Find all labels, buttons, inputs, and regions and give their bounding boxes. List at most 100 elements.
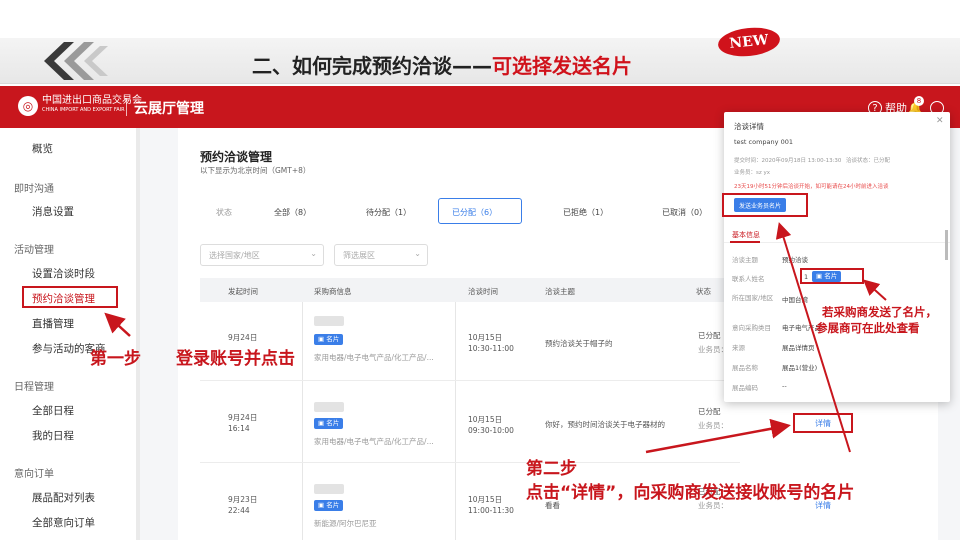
- region-select[interactable]: 筛选展区 ⌄: [334, 244, 428, 266]
- logo-name: 中国进出口商品交易会: [42, 95, 142, 106]
- field-value-source: 展品详情页: [782, 344, 815, 352]
- sidebar-group-instant: 即时沟通: [14, 184, 54, 195]
- row3-meet-time: 11:00-11:30: [468, 506, 514, 515]
- popup-meta-status: 洽谈状态：已分配: [846, 158, 891, 164]
- row2-meet-date: 10月15日: [468, 415, 503, 424]
- row3-meet-date: 10月15日: [468, 495, 503, 504]
- id-card-icon: ▣: [318, 335, 327, 343]
- popup-warning: 23天19小时51分钟后洽谈开始，如可能请在24小时前进入洽谈: [734, 184, 889, 190]
- row2-created-date: 9月24日: [228, 413, 258, 422]
- row1-topic: 预约洽谈关于帽子的: [545, 339, 613, 348]
- logo-en: CHINA IMPORT AND EXPORT FAIR: [42, 107, 125, 113]
- chevron-down-icon: ⌄: [310, 249, 317, 258]
- column-header-topic: 洽谈主题: [545, 287, 575, 296]
- row1-card-tag[interactable]: ▣ 名片: [314, 334, 344, 345]
- field-label-topic: 洽谈主题: [732, 256, 758, 264]
- status-tab-assigned[interactable]: 已分配（6）: [452, 207, 497, 218]
- status-tab-rejected[interactable]: 已拒绝（1）: [563, 207, 608, 218]
- field-label-source: 来源: [732, 344, 745, 352]
- sidebar-item-set-time[interactable]: 设置洽谈时段: [32, 266, 95, 281]
- row1-status: 已分配: [698, 331, 721, 340]
- column-divider: [455, 302, 456, 540]
- row1-meet-date: 10月15日: [468, 333, 503, 342]
- slide-title: 二、如何完成预约洽谈——可选择发送名片: [252, 50, 632, 79]
- sidebar-group-activity: 活动管理: [14, 245, 54, 256]
- row2-card-tag[interactable]: ▣ 名片: [314, 418, 344, 429]
- highlight-box-appointments: [22, 286, 118, 308]
- chevron-down-icon: ⌄: [414, 249, 421, 258]
- row2-topic: 你好，预约时间洽谈关于电子器材的: [545, 420, 665, 429]
- page-subtitle: 以下显示为北京时间（GMT+8）: [200, 166, 311, 175]
- sidebar-item-live[interactable]: 直播管理: [32, 316, 74, 331]
- sidebar-group-schedule: 日程管理: [14, 382, 54, 393]
- field-value-code: --: [782, 382, 787, 390]
- app-title: 云展厅管理: [134, 101, 204, 117]
- popup-title: 洽谈详情: [734, 122, 764, 131]
- sidebar-item-match-list[interactable]: 展品配对列表: [32, 490, 95, 505]
- sidebar-item-message-settings[interactable]: 消息设置: [32, 204, 74, 219]
- country-select-placeholder: 选择国家/地区: [209, 251, 260, 260]
- column-header-status: 状态: [696, 287, 711, 296]
- sidebar-item-all-schedule[interactable]: 全部日程: [32, 403, 74, 418]
- tab-active-indicator: [730, 241, 760, 243]
- row2-created-time: 16:14: [228, 424, 250, 433]
- highlight-box-detail: [793, 413, 853, 433]
- row2-card-tag-label: 名片: [326, 419, 340, 427]
- field-value-country: 中国台湾: [782, 296, 808, 304]
- status-tab-all[interactable]: 全部（8）: [274, 207, 311, 218]
- slide-title-highlight: 可选择发送名片: [492, 54, 632, 78]
- annotation-step2-text: 点击“详情”，向采购商发送接收账号的名片: [526, 483, 855, 503]
- slide-title-prefix: 二、如何完成预约洽谈——: [252, 54, 492, 78]
- row-divider: [200, 462, 740, 463]
- row2-meet-time: 09:30-10:00: [468, 426, 514, 435]
- field-value-exhibit: 展品1(营业): [782, 364, 818, 372]
- annotation-step2-label: 第二步: [526, 459, 577, 479]
- id-card-icon: ▣: [318, 419, 327, 427]
- buyer-name-blurred: [314, 484, 344, 494]
- notification-count-badge: 8: [914, 96, 924, 106]
- field-label-contact: 联系人姓名: [732, 275, 765, 283]
- popup-scrollbar[interactable]: [945, 230, 948, 260]
- column-divider: [302, 302, 303, 540]
- sidebar-item-overview[interactable]: 概览: [32, 141, 53, 156]
- buyer-name-blurred: [314, 316, 344, 326]
- column-header-created: 发起时间: [228, 287, 258, 296]
- close-icon[interactable]: ✕: [936, 116, 944, 126]
- row3-buyer-products: 新能源/阿尔巴尼亚: [314, 519, 377, 528]
- field-label-code: 展品编码: [732, 384, 758, 392]
- popup-staff: 业务员：sz yx: [734, 170, 771, 176]
- annotation-step1-label: 第一步: [90, 349, 141, 369]
- status-filter-label: 状态: [216, 208, 232, 217]
- status-tab-cancelled[interactable]: 已取消（0）: [662, 207, 707, 218]
- id-card-icon: ▣: [318, 501, 327, 509]
- field-label-country: 所在国家/地区: [732, 294, 774, 302]
- row3-card-tag[interactable]: ▣ 名片: [314, 500, 344, 511]
- popup-company: test company 001: [734, 138, 793, 146]
- annotation-note-line1: 若采购商发送了名片，: [822, 305, 937, 319]
- row1-meet-time: 10:30-11:00: [468, 344, 514, 353]
- row-divider: [200, 380, 740, 381]
- status-tab-pending[interactable]: 待分配（1）: [366, 207, 411, 218]
- fair-logo-icon: ◎: [18, 96, 38, 116]
- chevrons-decoration-icon: [44, 42, 108, 80]
- row2-buyer-products: 家用电器/电子电气产品/化工产品/...: [314, 437, 434, 446]
- highlight-box-send-card: [722, 193, 808, 217]
- annotation-step1-text: 登录账号并点击: [176, 349, 295, 369]
- highlight-box-buyer-card: [800, 268, 864, 284]
- buyer-name-blurred: [314, 402, 344, 412]
- sidebar-item-all-intent[interactable]: 全部意向订单: [32, 515, 95, 530]
- popup-meta-time: 提交时间：2020年09月18日 13:00-13:30: [734, 158, 842, 164]
- sidebar-item-my-schedule[interactable]: 我的日程: [32, 428, 74, 443]
- page-title: 预约洽谈管理: [200, 150, 273, 164]
- row3-created-time: 22:44: [228, 506, 250, 515]
- row2-status: 已分配: [698, 407, 721, 416]
- country-select[interactable]: 选择国家/地区 ⌄: [200, 244, 324, 266]
- region-select-placeholder: 筛选展区: [343, 251, 375, 260]
- row2-staff: 业务员：: [698, 421, 728, 430]
- column-header-buyer: 采购商信息: [314, 287, 352, 296]
- field-label-category: 意向采购类目: [732, 324, 771, 332]
- tab-basic-info[interactable]: 基本信息: [732, 230, 760, 240]
- sidebar-group-intent: 意向订单: [14, 469, 54, 480]
- row1-card-tag-label: 名片: [326, 335, 340, 343]
- column-header-meet-time: 洽谈时间: [468, 287, 498, 296]
